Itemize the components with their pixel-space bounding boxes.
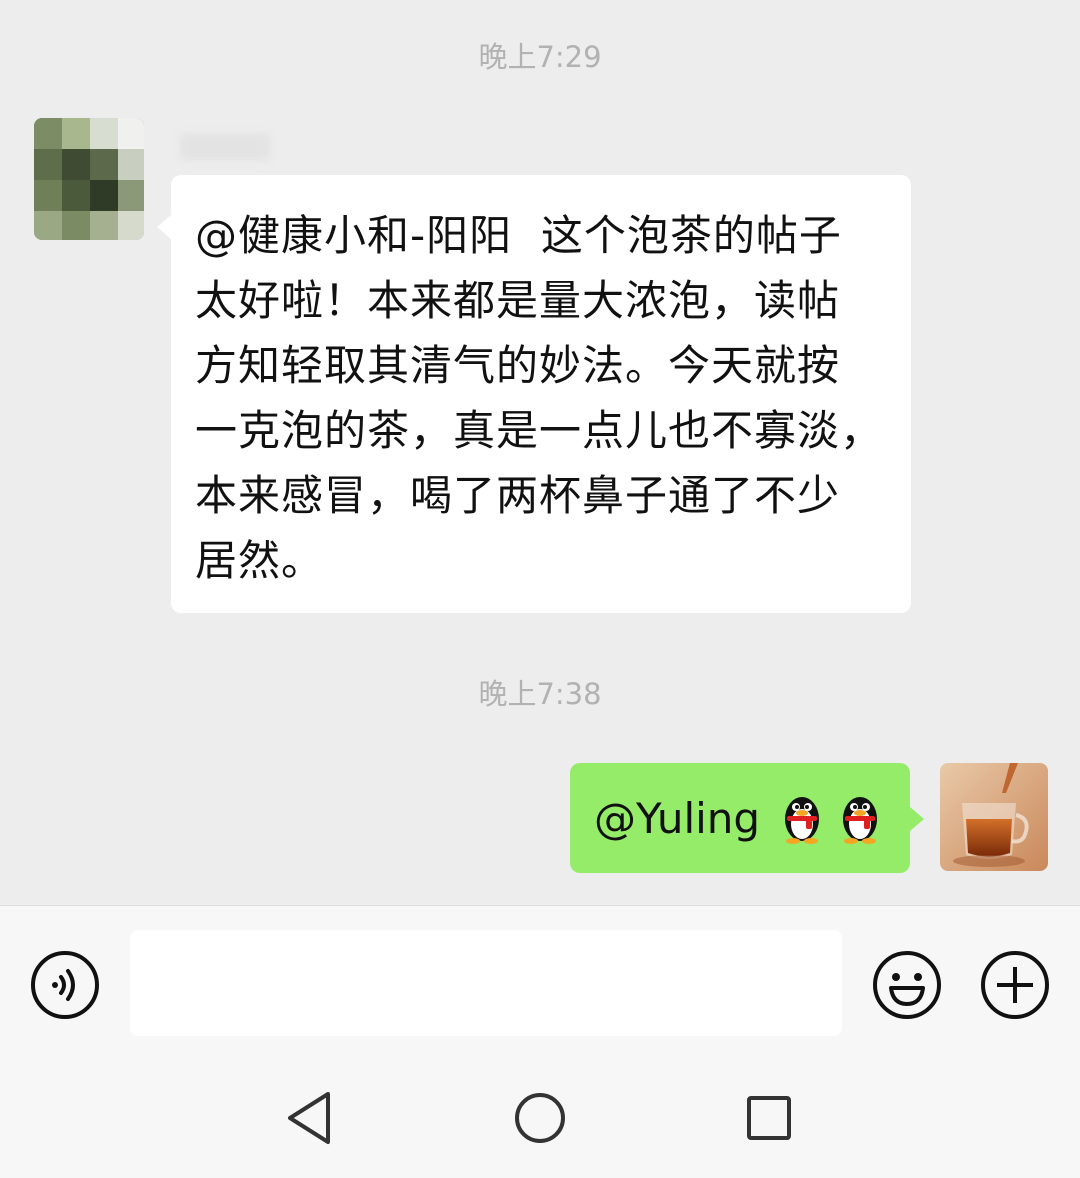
received-message-text: @健康小和-阳阳 这个泡茶的帖子 太好啦！本来都是量大浓泡，读帖 方知轻取其清气… [195,211,884,585]
recent-square-icon[interactable] [745,1094,793,1142]
received-message-bubble[interactable]: @健康小和-阳阳 这个泡茶的帖子 太好啦！本来都是量大浓泡，读帖 方知轻取其清气… [157,175,911,613]
penguin-emoji-icon [785,797,820,844]
sender-name-obscured [180,134,270,160]
smiley-icon[interactable] [872,950,942,1020]
home-circle-icon[interactable] [513,1091,567,1145]
system-nav-bar [0,1056,1080,1178]
plus-icon[interactable] [980,950,1050,1020]
voice-icon[interactable] [30,950,100,1020]
own-avatar[interactable] [940,763,1048,871]
tea-cup-image [940,763,1048,871]
chat-area[interactable]: 晚上7:29 @健康小和-阳阳 这个泡茶的帖子 太好啦！本来都是量大浓泡，读帖 … [0,0,1080,905]
input-bar [0,905,1080,1056]
message-input[interactable] [130,930,842,1036]
sent-message-bubble[interactable]: @Yuling [570,763,924,873]
sent-message-text: @Yuling [594,793,761,843]
sender-avatar[interactable] [34,118,144,240]
penguin-emoji-icon [843,797,878,844]
message-timestamp: 晚上7:29 [478,40,602,74]
back-triangle-icon[interactable] [284,1090,336,1146]
message-timestamp: 晚上7:38 [478,677,602,711]
